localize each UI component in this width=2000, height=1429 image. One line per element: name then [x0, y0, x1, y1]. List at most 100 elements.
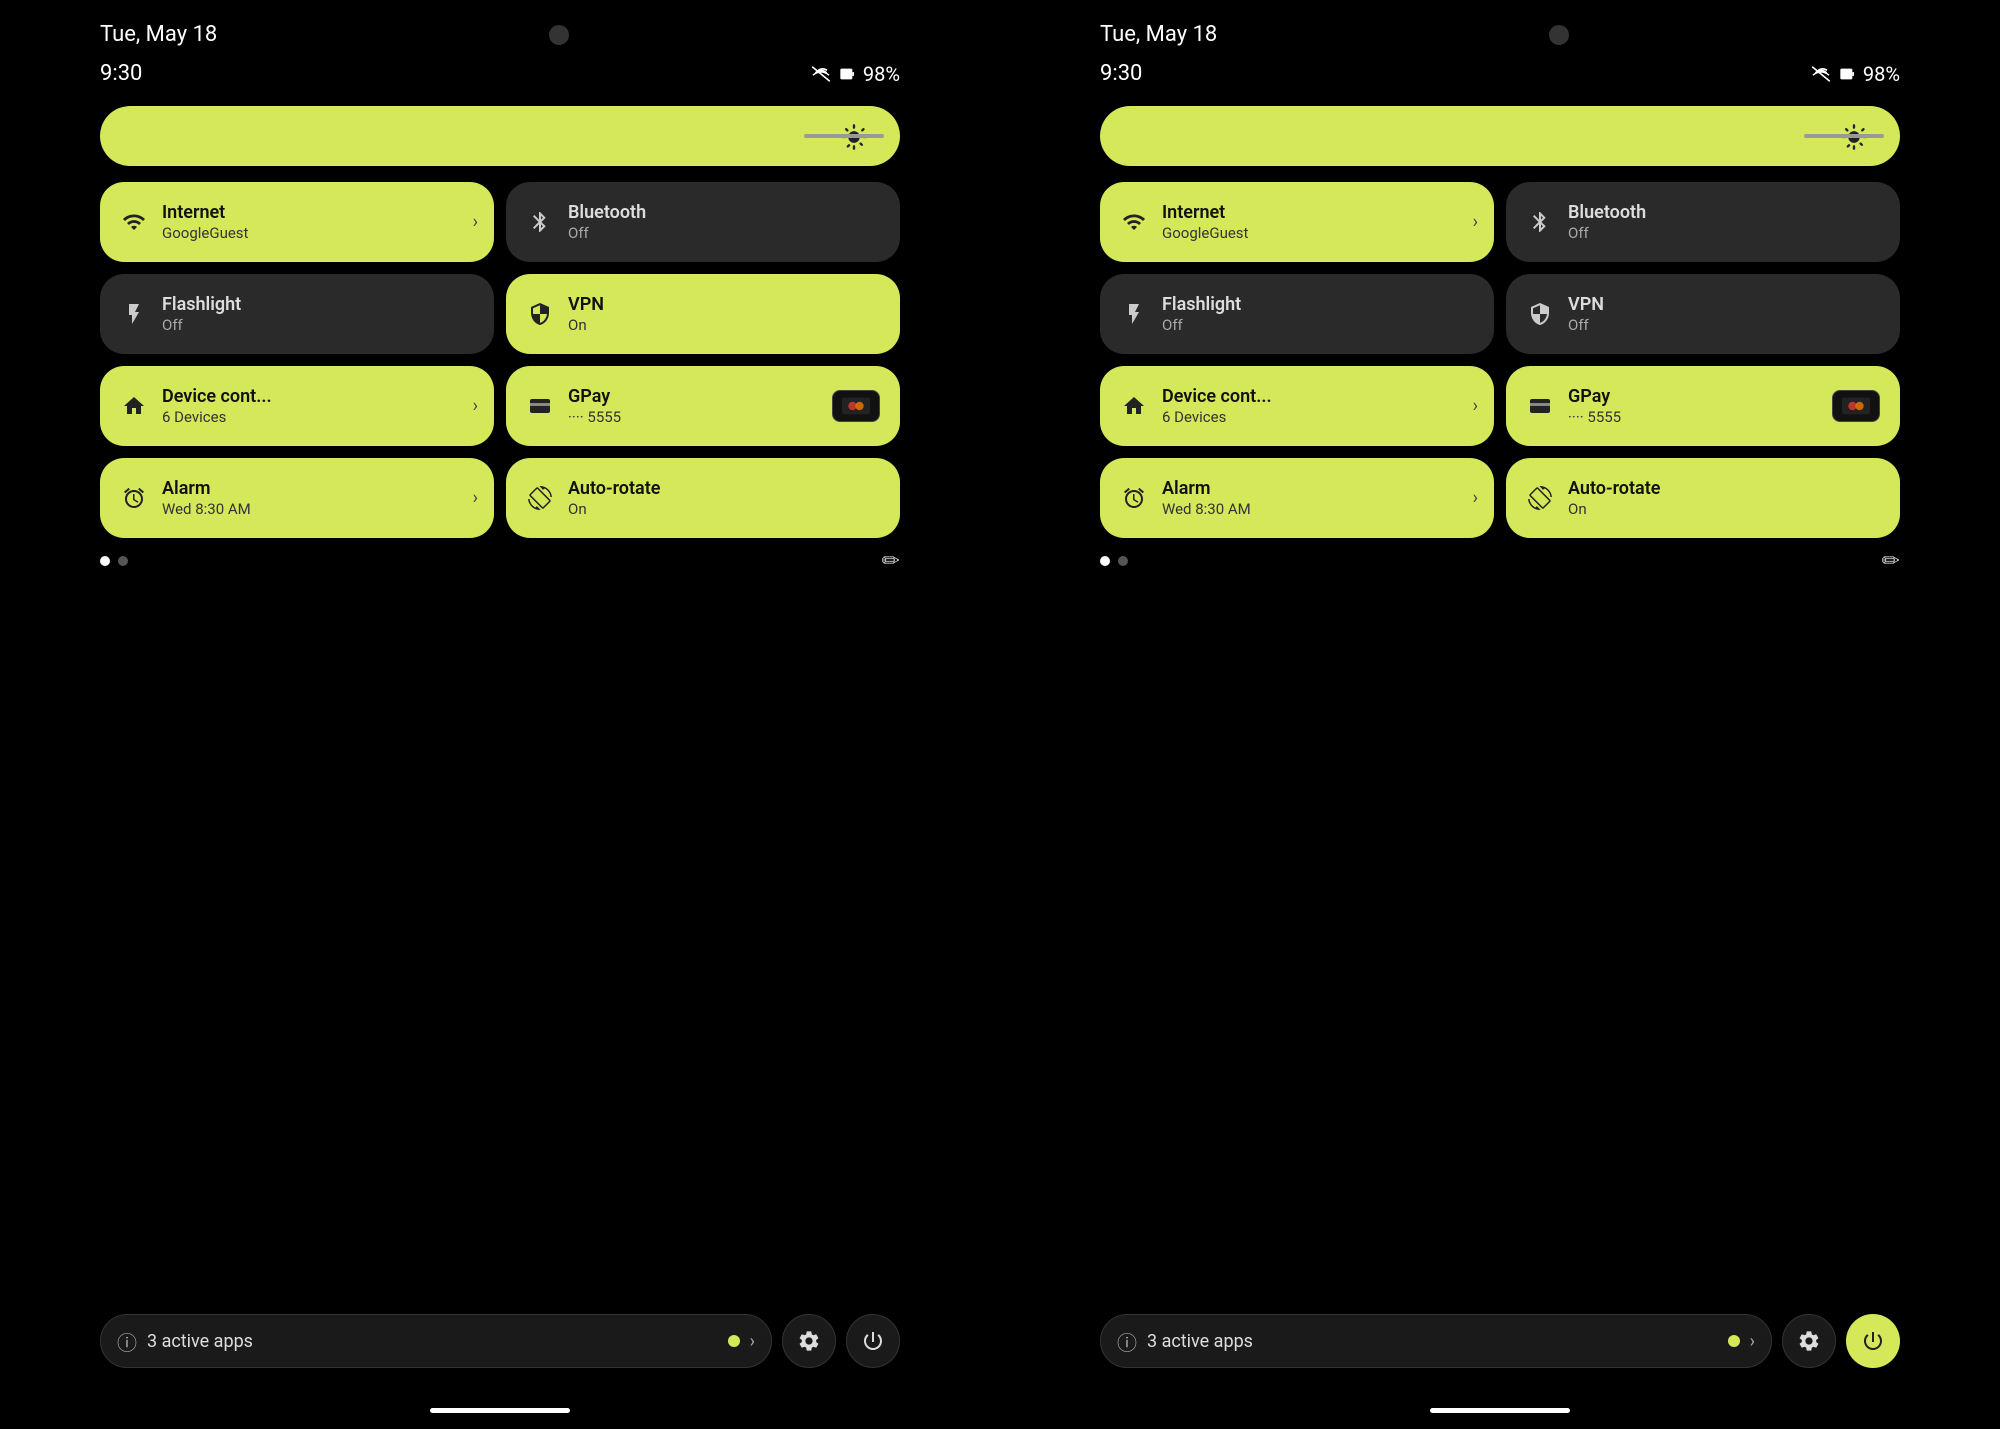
qs-tile-bluetooth[interactable]: Bluetooth Off [506, 182, 900, 262]
tile-icon-autorotate [526, 486, 554, 510]
tile-text-internet: Internet GoogleGuest [162, 202, 248, 242]
tile-text-bluetooth: Bluetooth Off [1568, 202, 1646, 242]
tile-sublabel-device: 6 Devices [1162, 408, 1272, 426]
brightness-track[interactable] [804, 134, 884, 138]
gpay-card [1832, 390, 1880, 422]
tile-sublabel-bluetooth: Off [568, 224, 646, 242]
tile-text-vpn: VPN On [568, 294, 604, 334]
tile-label-autorotate: Auto-rotate [1568, 478, 1660, 500]
tile-label-autorotate: Auto-rotate [568, 478, 660, 500]
page-dot-2[interactable] [118, 556, 128, 566]
qs-tile-gpay[interactable]: GPay ···· 5555 [1506, 366, 1900, 446]
active-apps-pill[interactable]: ⓘ 3 active apps › [1100, 1314, 1772, 1368]
tile-sublabel-flashlight: Off [162, 316, 241, 334]
active-apps-pill[interactable]: ⓘ 3 active apps › [100, 1314, 772, 1368]
phone-panel-right: Tue, May 18 9:30 98% Internet GoogleGues… [1000, 0, 2000, 1429]
qs-tile-autorotate[interactable]: Auto-rotate On [1506, 458, 1900, 538]
home-indicator[interactable] [430, 1408, 570, 1413]
page-indicators: ✏ [1100, 538, 1900, 584]
tile-icon-internet [120, 210, 148, 234]
tile-icon-gpay [526, 394, 554, 418]
status-icons: 98% [811, 62, 900, 86]
gpay-card [832, 390, 880, 422]
tile-sublabel-autorotate: On [568, 500, 660, 518]
tile-icon-vpn [1526, 302, 1554, 326]
tile-sublabel-vpn: Off [1568, 316, 1604, 334]
tile-sublabel-bluetooth: Off [1568, 224, 1646, 242]
qs-tile-bluetooth[interactable]: Bluetooth Off [1506, 182, 1900, 262]
tile-icon-device [120, 394, 148, 418]
tile-sublabel-gpay: ···· 5555 [568, 408, 621, 426]
brightness-track[interactable] [1804, 134, 1884, 138]
tile-label-flashlight: Flashlight [1162, 294, 1241, 316]
page-dot-2[interactable] [1118, 556, 1128, 566]
tile-sublabel-internet: GoogleGuest [162, 224, 248, 242]
page-dot-1[interactable] [1100, 556, 1110, 566]
home-indicator[interactable] [1430, 1408, 1570, 1413]
tile-text-autorotate: Auto-rotate On [568, 478, 660, 518]
tile-label-vpn: VPN [568, 294, 604, 316]
qs-tile-flashlight[interactable]: Flashlight Off [1100, 274, 1494, 354]
tile-sublabel-autorotate: On [1568, 500, 1660, 518]
edit-icon[interactable]: ✏ [882, 549, 900, 574]
qs-tile-flashlight[interactable]: Flashlight Off [100, 274, 494, 354]
power-button[interactable] [846, 1314, 900, 1368]
tile-text-gpay: GPay ···· 5555 [1568, 386, 1621, 426]
page-indicators: ✏ [100, 538, 900, 584]
tile-arrow-internet: › [473, 212, 478, 233]
tile-text-internet: Internet GoogleGuest [1162, 202, 1248, 242]
tile-arrow-device: › [473, 396, 478, 417]
tile-arrow-device: › [1473, 396, 1478, 417]
status-time: 9:30 [1100, 61, 1142, 86]
tile-icon-bluetooth [526, 210, 554, 234]
tile-icon-gpay [1526, 394, 1554, 418]
tile-icon-flashlight [120, 302, 148, 326]
active-apps-arrow[interactable]: › [1750, 1331, 1755, 1352]
page-dot-1[interactable] [100, 556, 110, 566]
tile-text-gpay: GPay ···· 5555 [568, 386, 621, 426]
qs-tile-device[interactable]: Device cont... 6 Devices › [100, 366, 494, 446]
qs-tile-autorotate[interactable]: Auto-rotate On [506, 458, 900, 538]
tile-icon-internet [1120, 210, 1148, 234]
tile-text-autorotate: Auto-rotate On [1568, 478, 1660, 518]
edit-icon[interactable]: ✏ [1882, 549, 1900, 574]
status-time-row: 9:30 98% [100, 57, 900, 106]
battery-pct: 98% [1863, 62, 1900, 86]
active-apps-dot [728, 1335, 740, 1347]
settings-button[interactable] [1782, 1314, 1836, 1368]
tile-text-vpn: VPN Off [1568, 294, 1604, 334]
camera-dot [1549, 25, 1569, 45]
brightness-bar[interactable] [100, 106, 900, 166]
settings-button[interactable] [782, 1314, 836, 1368]
active-apps-text: 3 active apps [1147, 1331, 1718, 1352]
active-apps-arrow[interactable]: › [750, 1331, 755, 1352]
status-date: Tue, May 18 [100, 22, 217, 47]
tile-icon-bluetooth [1526, 210, 1554, 234]
qs-tile-alarm[interactable]: Alarm Wed 8:30 AM › [100, 458, 494, 538]
tile-label-vpn: VPN [1568, 294, 1604, 316]
brightness-bar[interactable] [1100, 106, 1900, 166]
tile-label-flashlight: Flashlight [162, 294, 241, 316]
tile-sublabel-gpay: ···· 5555 [1568, 408, 1621, 426]
phone-panel-left: Tue, May 18 9:30 98% Internet GoogleGues… [0, 0, 1000, 1429]
power-button[interactable] [1846, 1314, 1900, 1368]
tile-icon-alarm [120, 486, 148, 510]
tile-sublabel-internet: GoogleGuest [1162, 224, 1248, 242]
tile-label-bluetooth: Bluetooth [1568, 202, 1646, 224]
tile-text-alarm: Alarm Wed 8:30 AM [1162, 478, 1251, 518]
tile-sublabel-vpn: On [568, 316, 604, 334]
qs-tile-alarm[interactable]: Alarm Wed 8:30 AM › [1100, 458, 1494, 538]
qs-tile-device[interactable]: Device cont... 6 Devices › [1100, 366, 1494, 446]
qs-grid: Internet GoogleGuest › Bluetooth Off Fla… [1100, 182, 1900, 538]
tile-sublabel-alarm: Wed 8:30 AM [1162, 500, 1251, 518]
tile-sublabel-flashlight: Off [1162, 316, 1241, 334]
active-apps-text: 3 active apps [147, 1331, 718, 1352]
status-time: 9:30 [100, 61, 142, 86]
qs-tile-internet[interactable]: Internet GoogleGuest › [1100, 182, 1494, 262]
tile-label-bluetooth: Bluetooth [568, 202, 646, 224]
qs-tile-vpn[interactable]: VPN On [506, 274, 900, 354]
tile-label-device: Device cont... [162, 386, 272, 408]
qs-tile-gpay[interactable]: GPay ···· 5555 [506, 366, 900, 446]
qs-tile-vpn[interactable]: VPN Off [1506, 274, 1900, 354]
qs-tile-internet[interactable]: Internet GoogleGuest › [100, 182, 494, 262]
